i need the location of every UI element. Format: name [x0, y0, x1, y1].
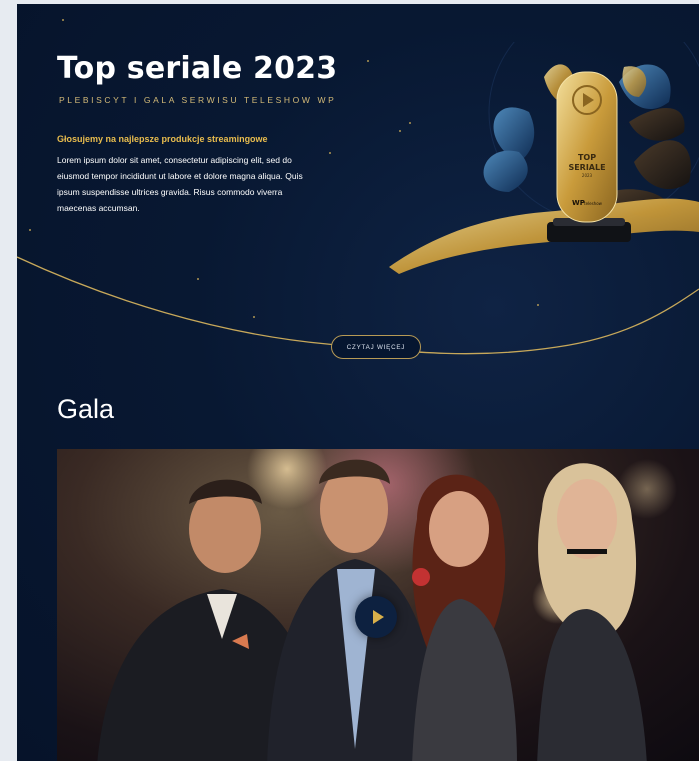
hero-description: Lorem ipsum dolor sit amet, consectetur …: [57, 155, 303, 213]
trophy-text-seriale: SERIALE: [568, 163, 605, 172]
trophy-text-year: 2023: [582, 173, 593, 178]
play-button[interactable]: [355, 596, 397, 638]
trophy-brand-logo: WP: [572, 199, 585, 207]
trophy-brand-sub: teleshow: [584, 201, 603, 206]
sparkle-decoration: [329, 152, 331, 154]
hero-subtitle: PLEBISCYT I GALA SERWISU TELESHOW WP: [59, 95, 337, 105]
trophy-text-top: TOP: [578, 153, 596, 162]
gala-video[interactable]: [57, 449, 699, 761]
page-viewport: Top seriale 2023 PLEBISCYT I GALA SERWIS…: [17, 4, 699, 761]
sparkle-decoration: [62, 19, 64, 21]
trophy-illustration: TOP SERIALE 2023 WP teleshow: [369, 42, 699, 282]
vote-heading: Głosujemy na najlepsze produkcje streami…: [57, 134, 268, 144]
play-icon: [372, 610, 384, 624]
hero-title: Top seriale 2023: [57, 51, 338, 86]
read-more-button[interactable]: CZYTAJ WIĘCEJ: [331, 335, 421, 359]
gala-section-title: Gala: [57, 394, 115, 424]
sparkle-decoration: [29, 229, 31, 231]
